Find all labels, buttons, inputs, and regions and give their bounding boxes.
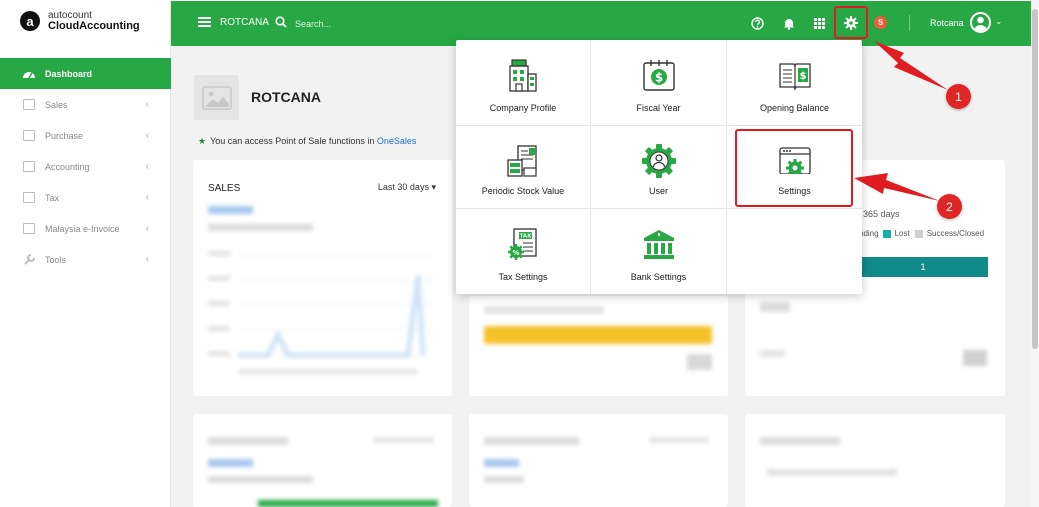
step-marker-2: 2 [937, 194, 962, 219]
annotation-arrows [854, 41, 948, 201]
step-marker-1: 1 [946, 84, 971, 109]
